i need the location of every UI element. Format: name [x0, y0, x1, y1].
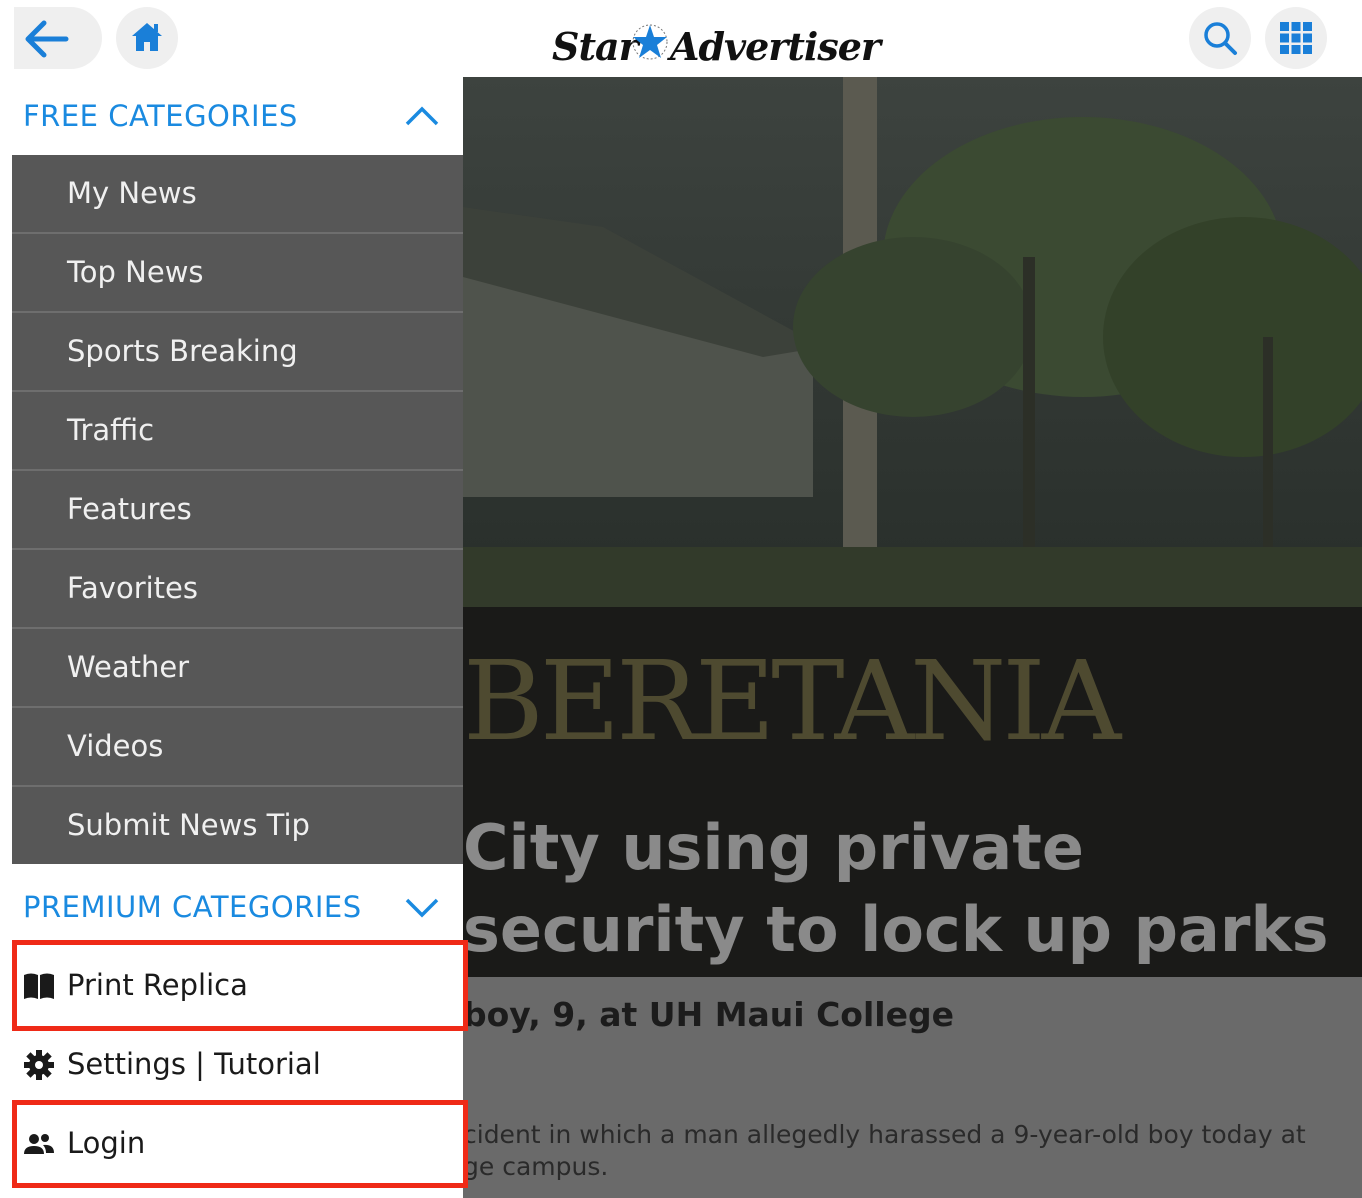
category-videos[interactable]: Videos: [12, 708, 463, 787]
category-label: Top News: [67, 255, 204, 289]
search-button[interactable]: [1189, 7, 1251, 69]
logo-left-text: Star: [552, 24, 639, 69]
highlight-login: [12, 1100, 468, 1188]
hero-photo-sky: [463, 77, 1362, 557]
free-categories-label: FREE CATEGORIES: [23, 99, 298, 133]
highlight-print-replica: [12, 940, 468, 1031]
free-categories-header[interactable]: FREE CATEGORIES: [12, 77, 463, 155]
arrow-left-icon: [25, 20, 69, 58]
star-icon: [632, 24, 668, 60]
premium-categories-header[interactable]: PREMIUM CATEGORIES: [12, 868, 463, 946]
headline[interactable]: City using private security to lock up p…: [463, 807, 1353, 977]
category-submit-news-tip[interactable]: Submit News Tip: [12, 787, 463, 864]
chevron-up-icon: [405, 106, 439, 126]
chevron-down-icon: [405, 898, 439, 918]
free-category-list: My News Top News Sports Breaking Traffic…: [12, 155, 463, 864]
category-label: Submit News Tip: [67, 808, 310, 842]
category-label: Features: [67, 492, 192, 526]
category-label: My News: [67, 176, 197, 210]
hero-photo: [463, 77, 1362, 557]
category-label: Favorites: [67, 571, 198, 605]
premium-categories-label: PREMIUM CATEGORIES: [23, 890, 362, 924]
hero-article[interactable]: BERETANIA City using private security to…: [463, 77, 1362, 977]
search-icon: [1204, 22, 1237, 55]
category-label: Traffic: [67, 413, 155, 447]
secondary-headline[interactable]: boy, 9, at UH Maui College: [463, 995, 954, 1034]
star-advertiser-logo[interactable]: Star Advertiser: [552, 18, 881, 70]
back-button[interactable]: [14, 7, 102, 69]
apps-grid-button[interactable]: [1265, 7, 1327, 69]
category-traffic[interactable]: Traffic: [12, 392, 463, 471]
home-button[interactable]: [116, 7, 178, 69]
logo-right-text: Advertiser: [670, 24, 881, 69]
grid-icon: [1280, 22, 1312, 54]
category-favorites[interactable]: Favorites: [12, 550, 463, 629]
gear-icon: [24, 1050, 54, 1080]
category-sports-breaking[interactable]: Sports Breaking: [12, 313, 463, 392]
article-snippet[interactable]: cident in which a man allegedly harassed…: [463, 1119, 1343, 1183]
category-top-news[interactable]: Top News: [12, 234, 463, 313]
article-list: boy, 9, at UH Maui College cident in whi…: [463, 977, 1362, 1198]
category-label: Weather: [67, 650, 190, 684]
home-icon: [132, 23, 162, 51]
category-weather[interactable]: Weather: [12, 629, 463, 708]
settings-tutorial-item[interactable]: Settings | Tutorial: [12, 1026, 463, 1103]
app-window: Star Advertiser BERETANIA City using pri…: [12, 0, 1362, 1198]
settings-tutorial-label: Settings | Tutorial: [67, 1047, 321, 1081]
category-label: Sports Breaking: [67, 334, 298, 368]
category-features[interactable]: Features: [12, 471, 463, 550]
category-my-news[interactable]: My News: [12, 155, 463, 234]
category-label: Videos: [67, 729, 164, 763]
park-sign-text: BERETANIA: [463, 637, 1121, 765]
top-bar: Star Advertiser: [12, 0, 1362, 77]
